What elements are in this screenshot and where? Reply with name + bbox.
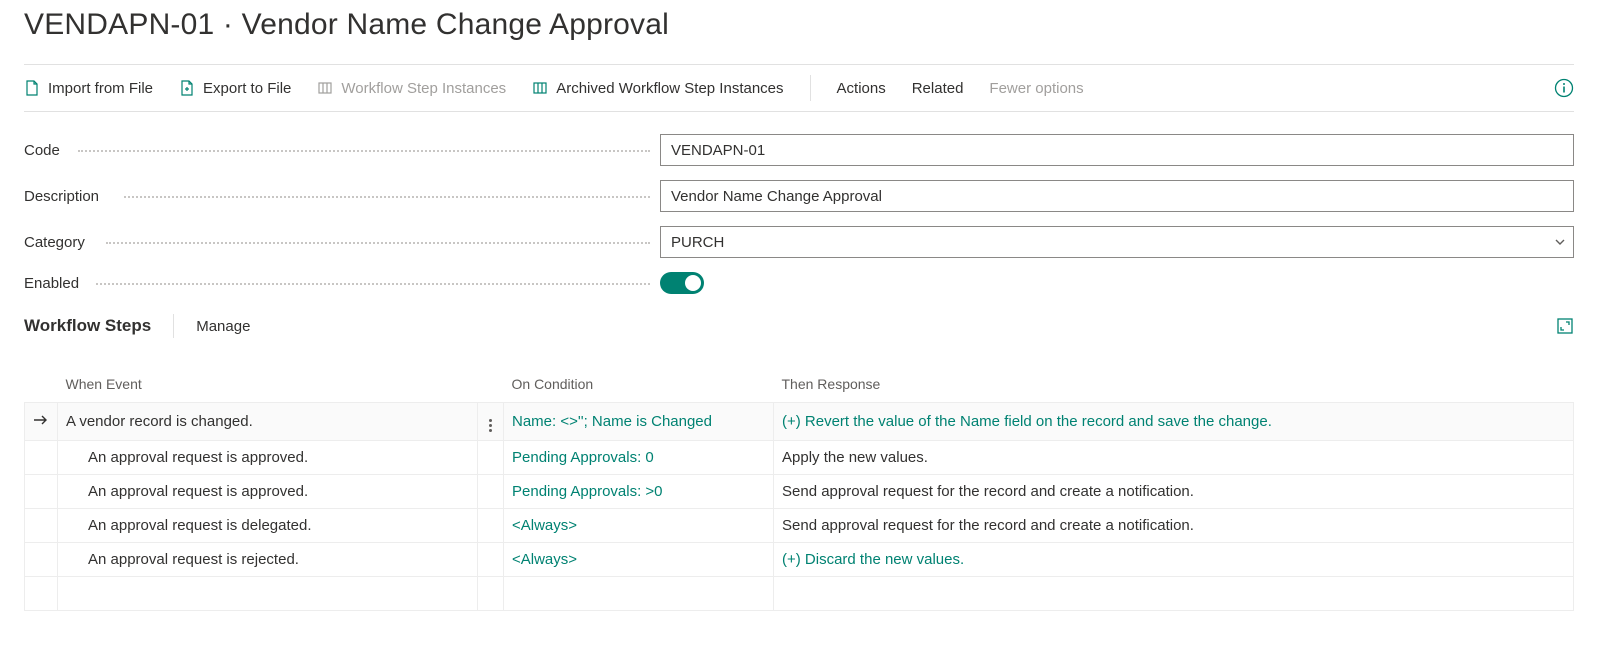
section-header: Workflow Steps Manage — [24, 314, 1574, 338]
row-menu-cell — [478, 475, 504, 509]
row-indicator — [25, 475, 58, 509]
event-cell[interactable]: A vendor record is changed. — [58, 403, 478, 441]
actions-label: Actions — [837, 80, 886, 97]
enabled-label: Enabled — [24, 275, 660, 292]
toolbar: Import from File Export to File Workflow… — [24, 64, 1574, 112]
archived-step-instances-label: Archived Workflow Step Instances — [556, 80, 783, 97]
condition-cell[interactable]: Name: <>''; Name is Changed — [504, 403, 774, 441]
section-divider — [173, 314, 174, 338]
form: Code Description Category Enabled — [24, 134, 1574, 294]
related-menu[interactable]: Related — [912, 80, 964, 97]
event-cell[interactable]: An approval request is approved. — [58, 475, 478, 509]
code-label: Code — [24, 142, 660, 159]
response-cell[interactable]: (+) Revert the value of the Name field o… — [774, 403, 1574, 441]
row-menu-icon[interactable] — [487, 417, 494, 434]
row-menu-cell — [478, 441, 504, 475]
fewer-options-label: Fewer options — [989, 80, 1083, 97]
import-icon — [24, 80, 40, 96]
arrow-right-icon — [33, 414, 49, 426]
enabled-toggle[interactable] — [660, 272, 704, 294]
import-label: Import from File — [48, 80, 153, 97]
workflow-steps-title: Workflow Steps — [24, 316, 151, 336]
toolbar-divider — [810, 75, 811, 101]
grid-icon — [317, 80, 333, 96]
info-icon[interactable] — [1554, 78, 1574, 98]
table-row-empty[interactable] — [25, 577, 1574, 611]
condition-cell[interactable]: <Always> — [504, 543, 774, 577]
col-when-event[interactable]: When Event — [58, 376, 478, 403]
table-row[interactable]: A vendor record is changed. Name: <>''; N… — [25, 403, 1574, 441]
condition-cell[interactable]: Pending Approvals: >0 — [504, 475, 774, 509]
export-icon — [179, 80, 195, 96]
step-instances-label: Workflow Step Instances — [341, 80, 506, 97]
col-then-response[interactable]: Then Response — [774, 376, 1574, 403]
response-cell[interactable]: Send approval request for the record and… — [774, 509, 1574, 543]
row-indicator — [25, 509, 58, 543]
condition-cell[interactable]: Pending Approvals: 0 — [504, 441, 774, 475]
code-input[interactable] — [660, 134, 1574, 166]
row-indicator — [25, 403, 58, 441]
row-menu-cell — [478, 509, 504, 543]
archived-workflow-step-instances-button[interactable]: Archived Workflow Step Instances — [532, 80, 783, 97]
page-title: VENDAPN-01 · Vendor Name Change Approval — [24, 8, 1574, 42]
row-menu-cell — [478, 403, 504, 441]
event-cell[interactable]: An approval request is approved. — [58, 441, 478, 475]
import-from-file-button[interactable]: Import from File — [24, 80, 153, 97]
category-label: Category — [24, 234, 660, 251]
table-row[interactable]: An approval request is approved. Pending … — [25, 475, 1574, 509]
row-indicator — [25, 543, 58, 577]
related-label: Related — [912, 80, 964, 97]
event-cell[interactable]: An approval request is delegated. — [58, 509, 478, 543]
workflow-steps-table: When Event On Condition Then Response A … — [24, 376, 1574, 611]
row-indicator — [25, 441, 58, 475]
table-row[interactable]: An approval request is approved. Pending … — [25, 441, 1574, 475]
fewer-options-button[interactable]: Fewer options — [989, 80, 1083, 97]
col-on-condition[interactable]: On Condition — [504, 376, 774, 403]
response-cell[interactable]: (+) Discard the new values. — [774, 543, 1574, 577]
workflow-step-instances-button: Workflow Step Instances — [317, 80, 506, 97]
table-row[interactable]: An approval request is rejected. <Always>… — [25, 543, 1574, 577]
response-cell[interactable]: Send approval request for the record and… — [774, 475, 1574, 509]
category-select[interactable] — [660, 226, 1574, 258]
response-cell[interactable]: Apply the new values. — [774, 441, 1574, 475]
description-input[interactable] — [660, 180, 1574, 212]
row-menu-cell — [478, 543, 504, 577]
export-label: Export to File — [203, 80, 291, 97]
table-row[interactable]: An approval request is delegated. <Always… — [25, 509, 1574, 543]
grid-icon — [532, 80, 548, 96]
export-to-file-button[interactable]: Export to File — [179, 80, 291, 97]
manage-button[interactable]: Manage — [196, 318, 250, 335]
description-label: Description — [24, 188, 660, 205]
actions-menu[interactable]: Actions — [837, 80, 886, 97]
expand-icon[interactable] — [1556, 317, 1574, 335]
condition-cell[interactable]: <Always> — [504, 509, 774, 543]
event-cell[interactable]: An approval request is rejected. — [58, 543, 478, 577]
